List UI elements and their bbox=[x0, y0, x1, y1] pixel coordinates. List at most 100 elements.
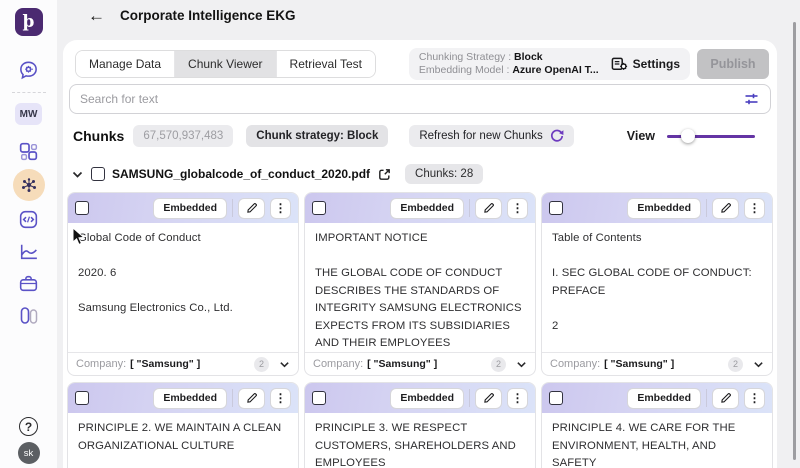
chunk-card: Embedded ⋮ IMPORTANT NOTICE THE GLOBAL C… bbox=[304, 192, 536, 376]
chunk-card-header: Embedded ⋮ bbox=[542, 193, 772, 223]
file-name: SAMSUNG_globalcode_of_conduct_2020.pdf bbox=[112, 167, 370, 181]
view-slider-thumb[interactable] bbox=[681, 129, 695, 143]
refresh-icon bbox=[550, 129, 564, 143]
chunk-card-header: Embedded ⋮ bbox=[305, 383, 535, 413]
chunks-total-count: 67,570,937,483 bbox=[133, 125, 233, 147]
header-divider bbox=[706, 199, 707, 217]
chunking-strategy-line: Chunking Strategy : Block bbox=[419, 51, 599, 64]
chunk-text[interactable]: Table of Contents I. SEC GLOBAL CODE OF … bbox=[542, 223, 772, 352]
chunk-text[interactable]: IMPORTANT NOTICE THE GLOBAL CODE OF COND… bbox=[305, 223, 535, 352]
header-divider bbox=[469, 199, 470, 217]
chunk-checkbox[interactable] bbox=[312, 201, 326, 215]
edit-chunk-button[interactable] bbox=[712, 388, 739, 409]
embedded-badge: Embedded bbox=[627, 198, 701, 219]
publish-button[interactable]: Publish bbox=[697, 49, 769, 79]
refresh-chunks-button[interactable]: Refresh for new Chunks bbox=[409, 125, 573, 147]
filter-tune-icon[interactable] bbox=[743, 91, 760, 107]
embedded-badge: Embedded bbox=[153, 198, 227, 219]
back-arrow-icon[interactable]: ← bbox=[88, 7, 105, 24]
tab-chunk-viewer[interactable]: Chunk Viewer bbox=[174, 51, 275, 77]
expand-chevron-icon[interactable] bbox=[71, 168, 84, 181]
metadata-value: [ "Samsung" ] bbox=[367, 358, 437, 370]
chunk-card: Embedded ⋮ Global Code of Conduct 2020. … bbox=[67, 192, 299, 376]
chunk-card-footer: Company: [ "Samsung" ] 2 bbox=[68, 352, 298, 375]
app-logo[interactable]: þ bbox=[15, 8, 43, 36]
tab-retrieval-test[interactable]: Retrieval Test bbox=[276, 51, 375, 77]
view-slider[interactable] bbox=[667, 129, 755, 143]
chat-assistant-icon[interactable] bbox=[17, 58, 41, 82]
edit-chunk-button[interactable] bbox=[238, 198, 265, 219]
embedded-badge: Embedded bbox=[627, 388, 701, 409]
chunk-card-header: Embedded ⋮ bbox=[68, 383, 298, 413]
chunk-card-footer: Company: [ "Samsung" ] 2 bbox=[542, 352, 772, 375]
footer-chevron-icon[interactable] bbox=[279, 359, 290, 370]
chunks-bar: Chunks 67,570,937,483 Chunk strategy: Bl… bbox=[73, 124, 767, 148]
pencil-icon bbox=[720, 392, 732, 404]
metadata-count-badge: 2 bbox=[491, 357, 506, 372]
storage-cylinders-icon[interactable] bbox=[17, 303, 41, 329]
header-divider bbox=[232, 389, 233, 407]
chunk-checkbox[interactable] bbox=[75, 391, 89, 405]
briefcase-icon[interactable] bbox=[17, 271, 41, 295]
chunk-menu-button[interactable]: ⋮ bbox=[744, 198, 765, 219]
edit-chunk-button[interactable] bbox=[475, 198, 502, 219]
file-checkbox[interactable] bbox=[91, 167, 105, 181]
pencil-icon bbox=[483, 392, 495, 404]
open-external-icon[interactable] bbox=[377, 167, 392, 182]
chunk-checkbox[interactable] bbox=[549, 391, 563, 405]
page-title: Corporate Intelligence EKG bbox=[120, 8, 296, 23]
chunk-text[interactable]: PRINCIPLE 4. WE CARE FOR THE ENVIRONMENT… bbox=[542, 413, 772, 468]
apps-blocks-icon[interactable] bbox=[17, 139, 41, 163]
settings-label: Settings bbox=[633, 57, 680, 71]
tab-manage-data[interactable]: Manage Data bbox=[76, 51, 174, 77]
chunk-menu-button[interactable]: ⋮ bbox=[270, 198, 291, 219]
footer-chevron-icon[interactable] bbox=[753, 359, 764, 370]
code-icon[interactable] bbox=[17, 207, 41, 231]
chunk-menu-button[interactable]: ⋮ bbox=[507, 388, 528, 409]
chunk-grid: Embedded ⋮ Global Code of Conduct 2020. … bbox=[67, 192, 773, 468]
sidebar-divider bbox=[12, 92, 46, 93]
view-control: View bbox=[627, 129, 755, 143]
chunk-menu-button[interactable]: ⋮ bbox=[270, 388, 291, 409]
vertical-scrollbar[interactable] bbox=[793, 22, 797, 460]
edit-chunk-button[interactable] bbox=[712, 198, 739, 219]
chunk-checkbox[interactable] bbox=[75, 201, 89, 215]
embedding-model-line: Embedding Model : Azure OpenAI T... bbox=[419, 64, 599, 77]
workspace-chip[interactable]: MW bbox=[15, 103, 42, 125]
chunk-text[interactable]: PRINCIPLE 3. WE RESPECT CUSTOMERS, SHARE… bbox=[305, 413, 535, 468]
settings-button[interactable]: Settings bbox=[611, 56, 680, 72]
chunk-checkbox[interactable] bbox=[549, 201, 563, 215]
chunk-text[interactable]: PRINCIPLE 2. WE MAINTAIN A CLEAN ORGANIZ… bbox=[68, 413, 298, 468]
metadata-key: Company: bbox=[313, 358, 363, 370]
pencil-icon bbox=[246, 202, 258, 214]
refresh-label: Refresh for new Chunks bbox=[419, 130, 542, 142]
metadata-key: Company: bbox=[550, 358, 600, 370]
sidebar-item-knowledge-graph[interactable] bbox=[13, 169, 45, 201]
chunk-text[interactable]: Global Code of Conduct 2020. 6 Samsung E… bbox=[68, 223, 298, 352]
app-window: þ MW bbox=[0, 0, 800, 468]
top-header: ← Corporate Intelligence EKG bbox=[88, 7, 296, 24]
chunk-menu-button[interactable]: ⋮ bbox=[744, 388, 765, 409]
chunking-strategy-value: Block bbox=[514, 51, 543, 63]
edit-chunk-button[interactable] bbox=[238, 388, 265, 409]
file-chunks-pill: Chunks: 28 bbox=[405, 164, 483, 184]
footer-chevron-icon[interactable] bbox=[516, 359, 527, 370]
main-panel: Manage Data Chunk Viewer Retrieval Test … bbox=[63, 40, 777, 468]
metadata-value: [ "Samsung" ] bbox=[604, 358, 674, 370]
chunk-checkbox[interactable] bbox=[312, 391, 326, 405]
help-icon[interactable]: ? bbox=[19, 417, 38, 436]
config-values: Chunking Strategy : Block Embedding Mode… bbox=[419, 51, 599, 77]
chunk-card-header: Embedded ⋮ bbox=[305, 193, 535, 223]
search-input[interactable] bbox=[80, 92, 743, 106]
analytics-chart-icon[interactable] bbox=[17, 239, 41, 263]
chunk-strategy-pill: Chunk strategy: Block bbox=[246, 125, 388, 147]
chunk-menu-button[interactable]: ⋮ bbox=[507, 198, 528, 219]
header-divider bbox=[232, 199, 233, 217]
user-avatar[interactable]: sk bbox=[18, 442, 40, 464]
pencil-icon bbox=[246, 392, 258, 404]
embedding-model-value: Azure OpenAI T... bbox=[512, 64, 598, 76]
tab-group: Manage Data Chunk Viewer Retrieval Test bbox=[75, 50, 376, 78]
chunks-title: Chunks bbox=[73, 128, 124, 144]
edit-chunk-button[interactable] bbox=[475, 388, 502, 409]
metadata-count-badge: 2 bbox=[728, 357, 743, 372]
